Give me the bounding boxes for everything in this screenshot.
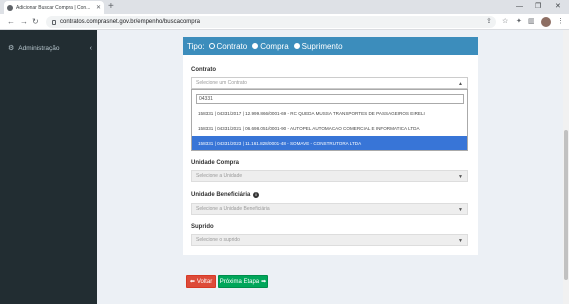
bookmark-star-icon[interactable]: ☆ bbox=[502, 16, 508, 28]
sidepanel-icon[interactable]: ▥ bbox=[528, 16, 535, 28]
contrato-search-input[interactable]: 04331 bbox=[196, 94, 464, 104]
sidebar: ⚙ Administração ‹ bbox=[0, 30, 97, 304]
profile-avatar[interactable] bbox=[541, 17, 551, 27]
page-scrollbar[interactable] bbox=[563, 30, 569, 304]
chevron-up-icon: ▲ bbox=[458, 81, 463, 87]
info-icon[interactable]: i bbox=[253, 192, 260, 198]
form-panel: Tipo: Contrato Compra Suprimento Contrat… bbox=[183, 37, 478, 255]
menu-kebab-icon[interactable]: ⋮ bbox=[557, 16, 564, 28]
radio-dot bbox=[293, 43, 300, 49]
radio-label: Contrato bbox=[216, 41, 248, 51]
minimize-icon[interactable]: — bbox=[516, 0, 523, 14]
tab-title: Adicionar Buscar Compra | Con... bbox=[16, 4, 91, 11]
radio-label: Suprimento bbox=[301, 41, 343, 51]
address-bar[interactable]: contratos.comprasnet.gov.br/empenho/busc… bbox=[46, 16, 496, 28]
radio-dot bbox=[252, 43, 259, 49]
voltar-button[interactable]: ⬅ Voltar bbox=[186, 275, 216, 288]
browser-tabstrip: Adicionar Buscar Compra | Con... ✕ + — ❐… bbox=[0, 0, 569, 14]
contrato-option[interactable]: 158331 | 04331/2017 | 12.999.866/0001-69… bbox=[192, 106, 467, 120]
unidade-beneficiaria-label: Unidade Beneficiária i bbox=[191, 192, 260, 198]
panel-header: Tipo: Contrato Compra Suprimento bbox=[183, 37, 478, 55]
sidebar-item-administracao[interactable]: ⚙ Administração ‹ bbox=[8, 44, 92, 53]
unidade-compra-select[interactable]: Selecione a Unidade ▼ bbox=[191, 170, 468, 182]
back-arrow-icon[interactable]: ← bbox=[7, 16, 15, 28]
chevron-down-icon: ▼ bbox=[458, 207, 463, 213]
url-text: contratos.comprasnet.gov.br/empenho/busc… bbox=[60, 19, 200, 25]
new-tab-button[interactable]: + bbox=[108, 1, 114, 13]
contrato-option[interactable]: 158331 | 04331/2021 | 06.698.051/0001-90… bbox=[192, 121, 467, 135]
suprido-select[interactable]: Selecione o suprido ▼ bbox=[191, 234, 468, 246]
chevron-down-icon: ▼ bbox=[458, 174, 463, 180]
lock-icon bbox=[52, 19, 56, 25]
tipo-label: Tipo: bbox=[187, 41, 205, 51]
radio-compra[interactable]: Compra bbox=[252, 41, 289, 51]
unidade-beneficiaria-text: Unidade Beneficiária bbox=[191, 192, 251, 198]
chevron-left-icon: ‹ bbox=[89, 44, 92, 52]
arrow-right-icon: ➡ bbox=[261, 279, 267, 285]
sidebar-item-label: Administração bbox=[18, 44, 60, 52]
suprido-placeholder: Selecione o suprido bbox=[196, 237, 240, 243]
proxima-etapa-button[interactable]: Próxima Etapa ➡ bbox=[218, 275, 268, 288]
reload-icon[interactable]: ↻ bbox=[32, 16, 39, 28]
browser-toolbar: ← → ↻ contratos.comprasnet.gov.br/empenh… bbox=[0, 14, 569, 30]
browser-tab[interactable]: Adicionar Buscar Compra | Con... ✕ bbox=[4, 1, 104, 14]
contrato-placeholder: Selecione um Contrato bbox=[196, 80, 247, 86]
favicon-icon bbox=[7, 4, 13, 11]
forward-arrow-icon[interactable]: → bbox=[20, 16, 28, 28]
suprido-label: Suprido bbox=[191, 224, 214, 230]
close-tab-icon[interactable]: ✕ bbox=[96, 4, 101, 11]
share-icon[interactable]: ⇪ bbox=[486, 16, 492, 28]
maximize-icon[interactable]: ❐ bbox=[535, 0, 541, 14]
unidade-beneficiaria-placeholder: Selecione a Unidade Beneficiária bbox=[196, 206, 270, 212]
contrato-option-highlighted[interactable]: 158331 | 04331/2023 | 11.161.828/0001-48… bbox=[192, 136, 467, 150]
chevron-down-icon: ▼ bbox=[458, 238, 463, 244]
close-window-icon[interactable]: ✕ bbox=[555, 0, 561, 14]
radio-label: Compra bbox=[260, 41, 289, 51]
arrow-left-icon: ⬅ bbox=[189, 279, 195, 285]
radio-dot bbox=[208, 43, 215, 49]
contrato-select[interactable]: Selecione um Contrato ▲ bbox=[191, 77, 468, 89]
scrollbar-thumb[interactable] bbox=[564, 130, 568, 280]
unidade-compra-label: Unidade Compra bbox=[191, 160, 240, 166]
voltar-label: Voltar bbox=[196, 278, 213, 285]
radio-contrato[interactable]: Contrato bbox=[208, 41, 248, 51]
proxima-etapa-label: Próxima Etapa bbox=[219, 278, 260, 285]
extensions-icon[interactable]: ✦ bbox=[516, 16, 522, 28]
unidade-beneficiaria-select[interactable]: Selecione a Unidade Beneficiária ▼ bbox=[191, 203, 468, 215]
contrato-label: Contrato bbox=[191, 67, 216, 73]
gear-icon: ⚙ bbox=[8, 45, 15, 52]
contrato-dropdown: 04331 158331 | 04331/2017 | 12.999.866/0… bbox=[191, 89, 468, 151]
unidade-compra-placeholder: Selecione a Unidade bbox=[196, 173, 243, 179]
radio-suprimento[interactable]: Suprimento bbox=[293, 41, 343, 51]
